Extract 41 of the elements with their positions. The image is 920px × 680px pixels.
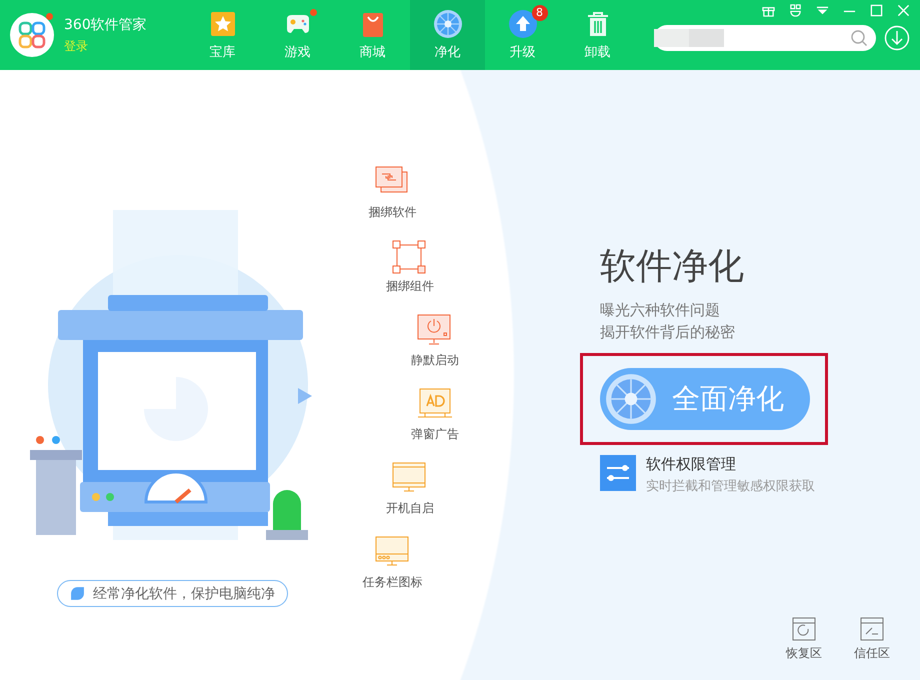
search-icon[interactable] [850, 29, 868, 47]
trust-window-icon [860, 617, 884, 641]
feature-label: 开机自启 [386, 500, 434, 517]
sliders-icon[interactable] [600, 455, 636, 491]
connected-squares-icon [392, 240, 428, 274]
search-field[interactable] [654, 25, 876, 51]
gift-icon[interactable] [762, 4, 775, 17]
bottom-tool-button[interactable]: 信任区 [854, 617, 890, 662]
description-line: 揭开软件背后的秘密 [600, 322, 736, 343]
close-icon[interactable] [897, 4, 910, 17]
nav-tab[interactable]: 宝库 [185, 0, 260, 70]
fan-icon [604, 372, 658, 426]
nav-tab[interactable]: 卸载 [560, 0, 635, 70]
nav-tab[interactable]: 8 升级 [485, 0, 560, 70]
download-icon[interactable] [884, 25, 910, 51]
skin-icon[interactable] [789, 4, 802, 17]
nav-tab[interactable]: 净化 [410, 0, 485, 70]
feature-label: 捆绑软件 [368, 204, 416, 221]
dropdown-menu-icon[interactable] [816, 4, 829, 17]
feature-label: 静默启动 [411, 352, 459, 369]
tagline-text: 经常净化软件，保护电脑纯净 [93, 584, 275, 602]
nav-tab[interactable]: 商城 [335, 0, 410, 70]
restore-icon [792, 617, 816, 641]
feature-label: 捆绑组件 [386, 278, 434, 295]
feature-label: 弹窗广告 [411, 426, 459, 443]
fan-icon [432, 9, 462, 39]
blurred-text [654, 29, 724, 47]
section-title: 软件净化 [600, 245, 745, 289]
feature-label: 任务栏图标 [362, 574, 422, 591]
bottom-tool-button[interactable]: 恢复区 [786, 617, 822, 662]
count-badge: 8 [532, 5, 548, 21]
description-line: 曝光六种软件问题 [600, 300, 721, 321]
permission-link[interactable]: 软件权限管理 [646, 455, 815, 474]
permission-description: 实时拦截和管理敏感权限获取 [646, 478, 815, 495]
app-logo-icon [10, 13, 54, 57]
nav-tab[interactable]: 游戏 [260, 0, 335, 70]
login-link[interactable]: 登录 [64, 38, 147, 54]
maximize-icon[interactable] [870, 4, 883, 17]
leaf-icon [70, 586, 85, 601]
app-title: 360软件管家 [64, 16, 147, 34]
full-clean-button[interactable]: 全面净化 [600, 368, 810, 430]
